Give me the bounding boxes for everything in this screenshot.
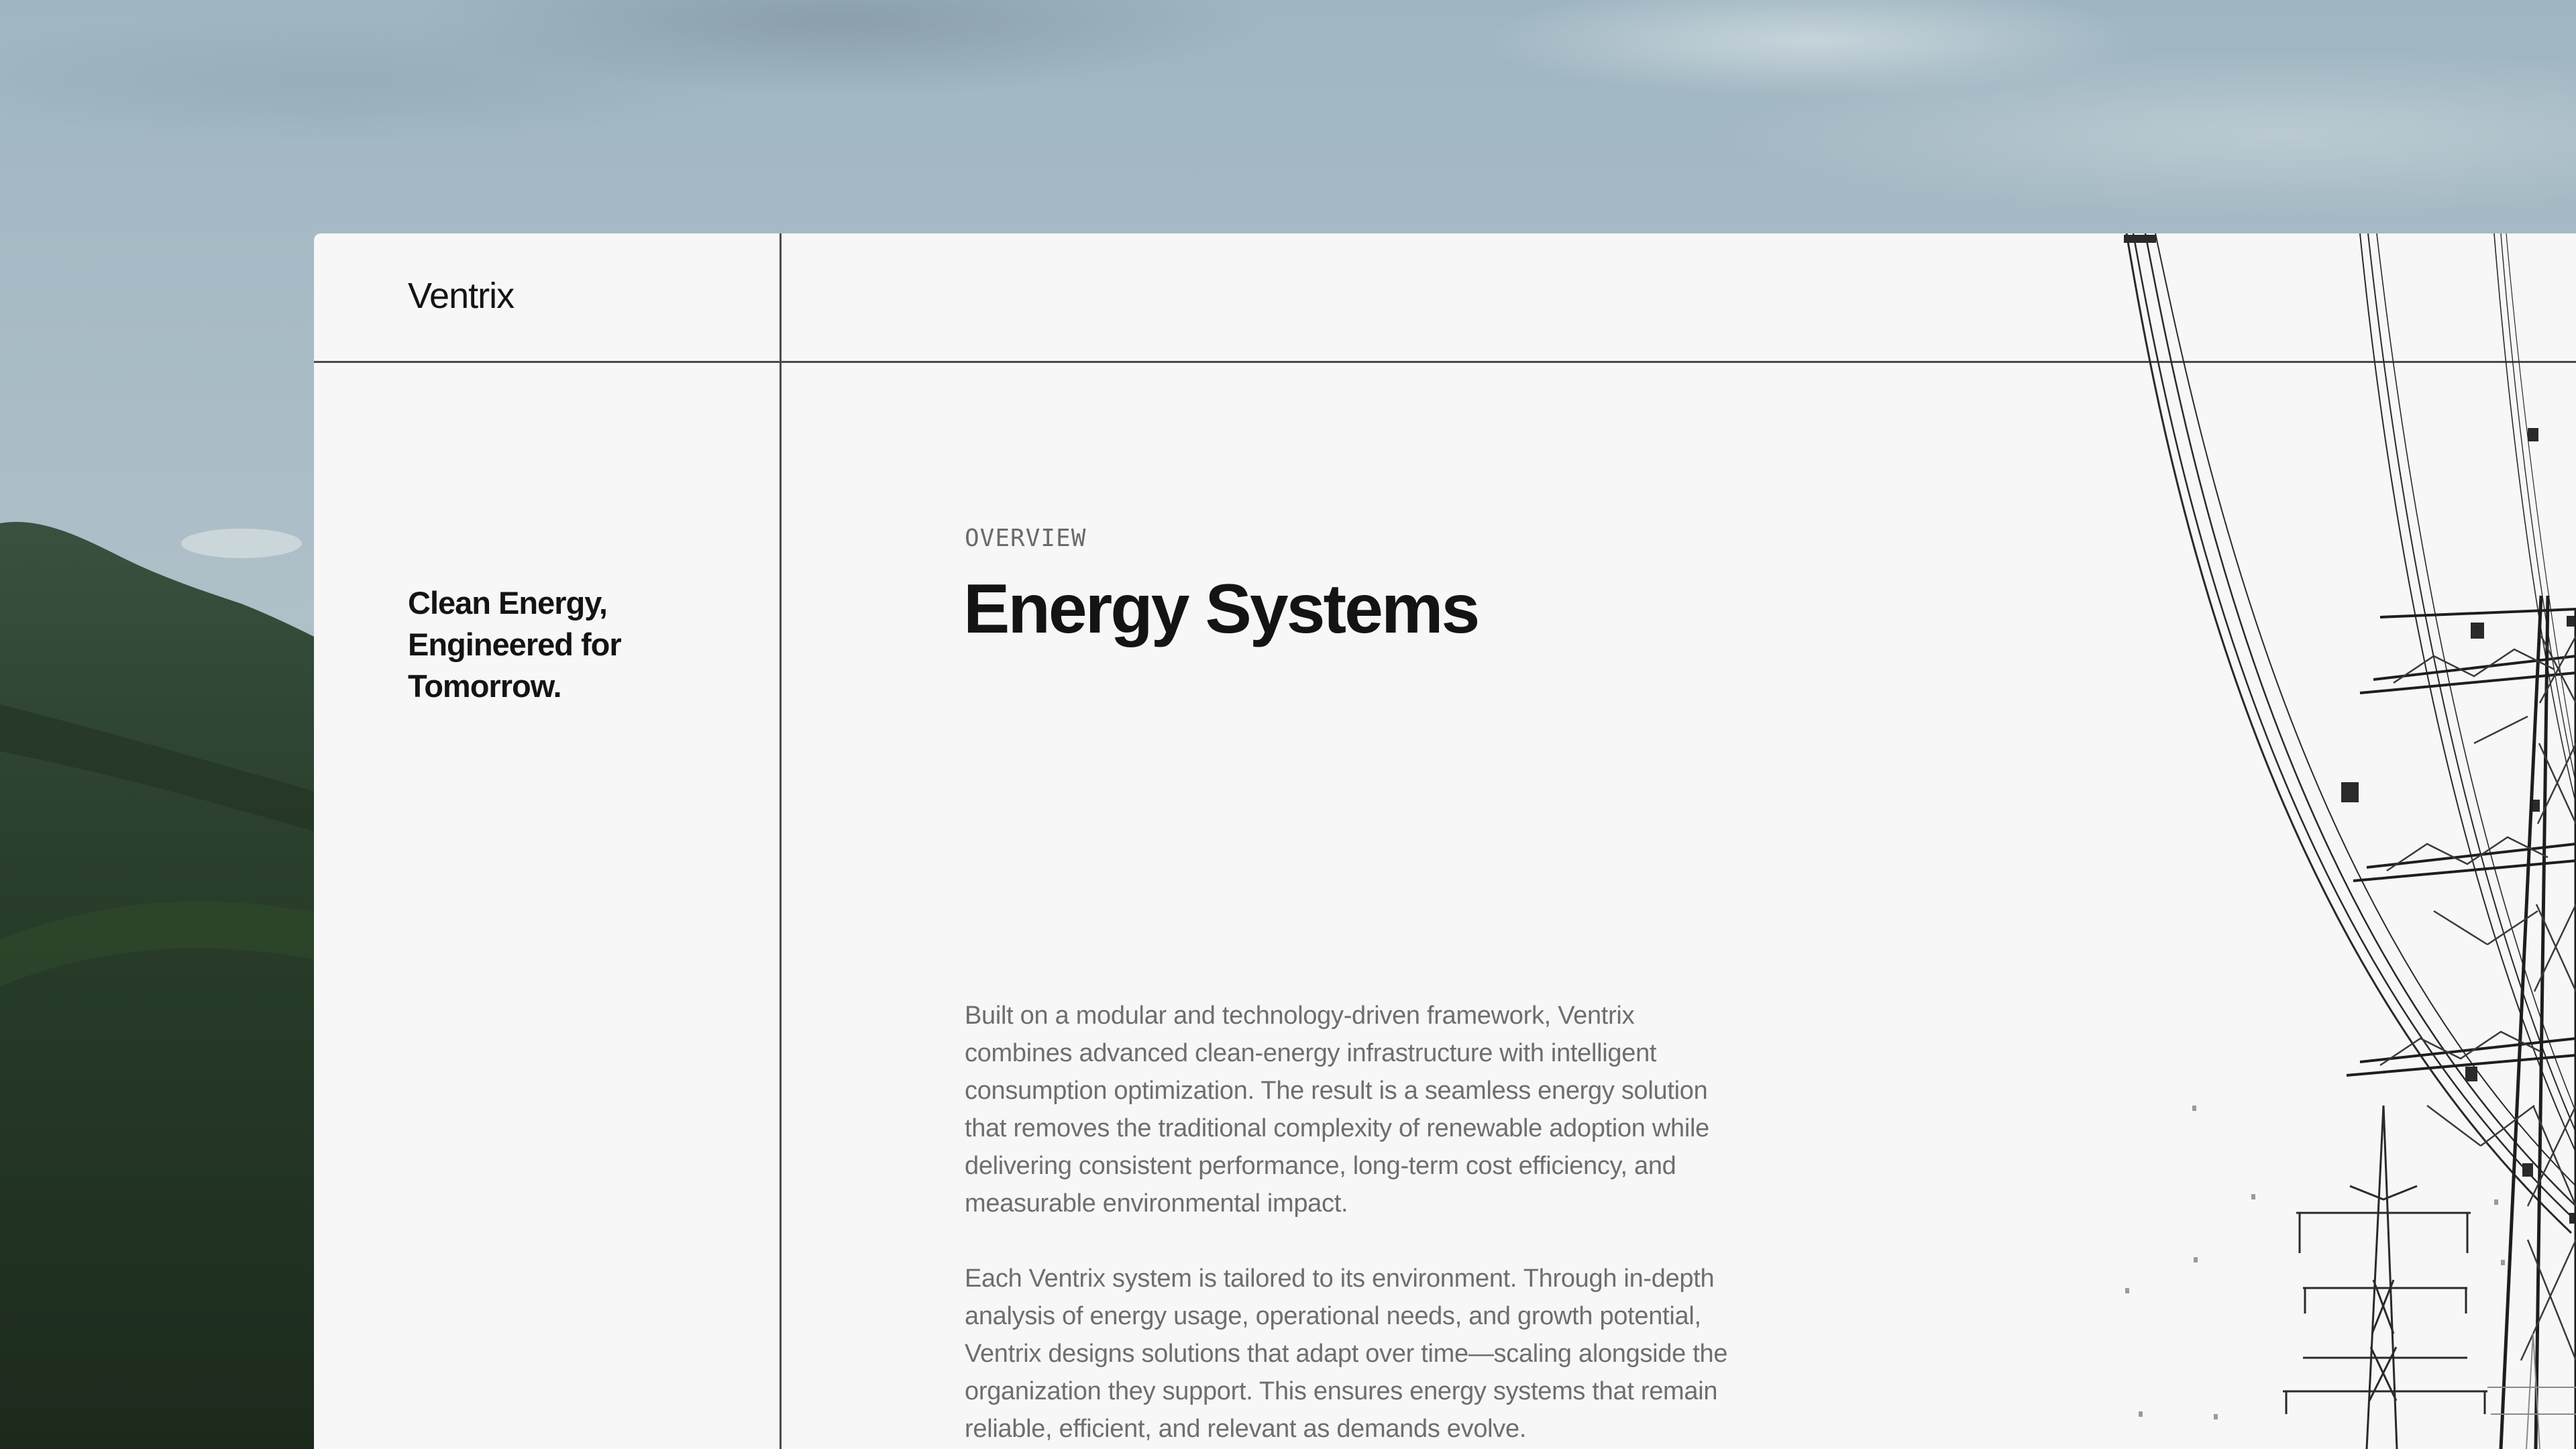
power-pylons-illustration (2124, 233, 2576, 1449)
mountain-background (0, 522, 315, 1449)
main-card: Ventrix Clean Energy, Engineered for Tom… (314, 233, 2576, 1449)
vertical-divider (780, 233, 782, 1449)
body-paragraph: Built on a modular and technology-driven… (965, 1002, 1709, 1218)
sidebar-tagline: Clean Energy, Engineered for Tomorrow. (408, 585, 622, 704)
brand-logo[interactable]: Ventrix (408, 275, 515, 317)
section-eyebrow: OVERVIEW (965, 525, 1087, 552)
body-paragraph: Each Ventrix system is tailored to its e… (965, 1265, 1728, 1443)
page-title: Energy Systems (963, 570, 1480, 648)
